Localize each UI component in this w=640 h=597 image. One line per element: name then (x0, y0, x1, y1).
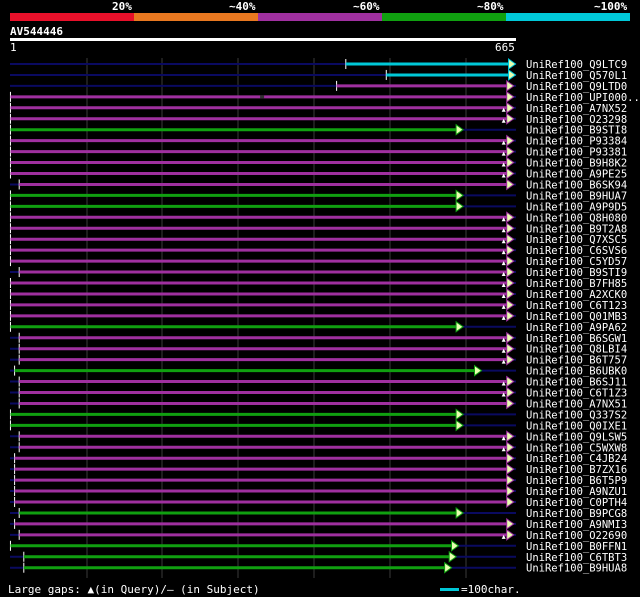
hit-arrow-head (506, 244, 515, 257)
hit-arrow-head (506, 298, 515, 311)
hit-arrow-head (506, 441, 515, 454)
hit-arrow-head (508, 58, 517, 70)
hit-alignment-graphic: UniRef100_Q9LTC9UniRef100_Q570L1UniRef10… (9, 58, 640, 578)
hit-arrow-head (506, 233, 515, 246)
hit-arrow-head (506, 353, 515, 366)
hit-arrow-head (506, 331, 515, 344)
hit-arrow-head (506, 167, 515, 180)
hit-arrow-head (506, 309, 515, 322)
hit-id-label[interactable]: UniRef100_B9HUA8 (526, 563, 627, 575)
hit-arrow-head (506, 178, 515, 191)
hit-arrow-head (506, 375, 515, 388)
hit-arrow-head (455, 506, 464, 519)
hit-arrow-head (444, 561, 453, 574)
hit-arrow-head (455, 200, 464, 213)
hit-arrow-head (506, 156, 515, 169)
hit-arrow-head (455, 419, 464, 432)
hit-arrow-head (506, 342, 515, 355)
hit-arrow-head (506, 134, 515, 147)
hit-arrow-head (455, 189, 464, 202)
hit-arrow-head (506, 101, 515, 114)
hit-arrow-head (455, 123, 464, 136)
scale-bar (440, 588, 459, 591)
hit-arrow-head (506, 222, 515, 235)
hit-arrow-head (448, 550, 458, 563)
hit-arrow-head (455, 408, 464, 421)
hit-arrow-head (506, 430, 515, 443)
hit-arrow-head (455, 320, 464, 333)
hit-arrow-head (506, 277, 515, 289)
hit-arrow-head (506, 145, 515, 158)
hit-arrow-head (506, 517, 515, 530)
hit-arrow-head (506, 386, 515, 399)
hit-arrow-head (506, 463, 515, 476)
hit-arrow-head (506, 211, 515, 224)
hit-arrow-head (474, 364, 483, 377)
large-gaps-legend: Large gaps: ▲(in Query)/– (in Subject) (8, 583, 260, 596)
hit-arrow-head (506, 79, 515, 92)
hit-row[interactable]: UniRef100_B9HUA8 (10, 561, 627, 575)
hit-arrow-head (506, 90, 515, 103)
hit-arrow-head (506, 112, 515, 125)
hit-arrow-head (451, 539, 460, 552)
hit-arrow-head (506, 485, 515, 498)
hit-arrow-head (506, 452, 515, 465)
scale-label: =100char. (461, 583, 521, 596)
hit-arrow-head (506, 496, 515, 508)
hit-arrow-head (506, 287, 515, 300)
hit-arrow-head (506, 255, 515, 268)
hit-arrow-head (506, 528, 515, 541)
hit-arrow-head (506, 266, 515, 279)
hit-arrow-head (506, 474, 515, 487)
hit-arrow-head (506, 397, 515, 410)
hit-arrow-head (508, 68, 517, 81)
